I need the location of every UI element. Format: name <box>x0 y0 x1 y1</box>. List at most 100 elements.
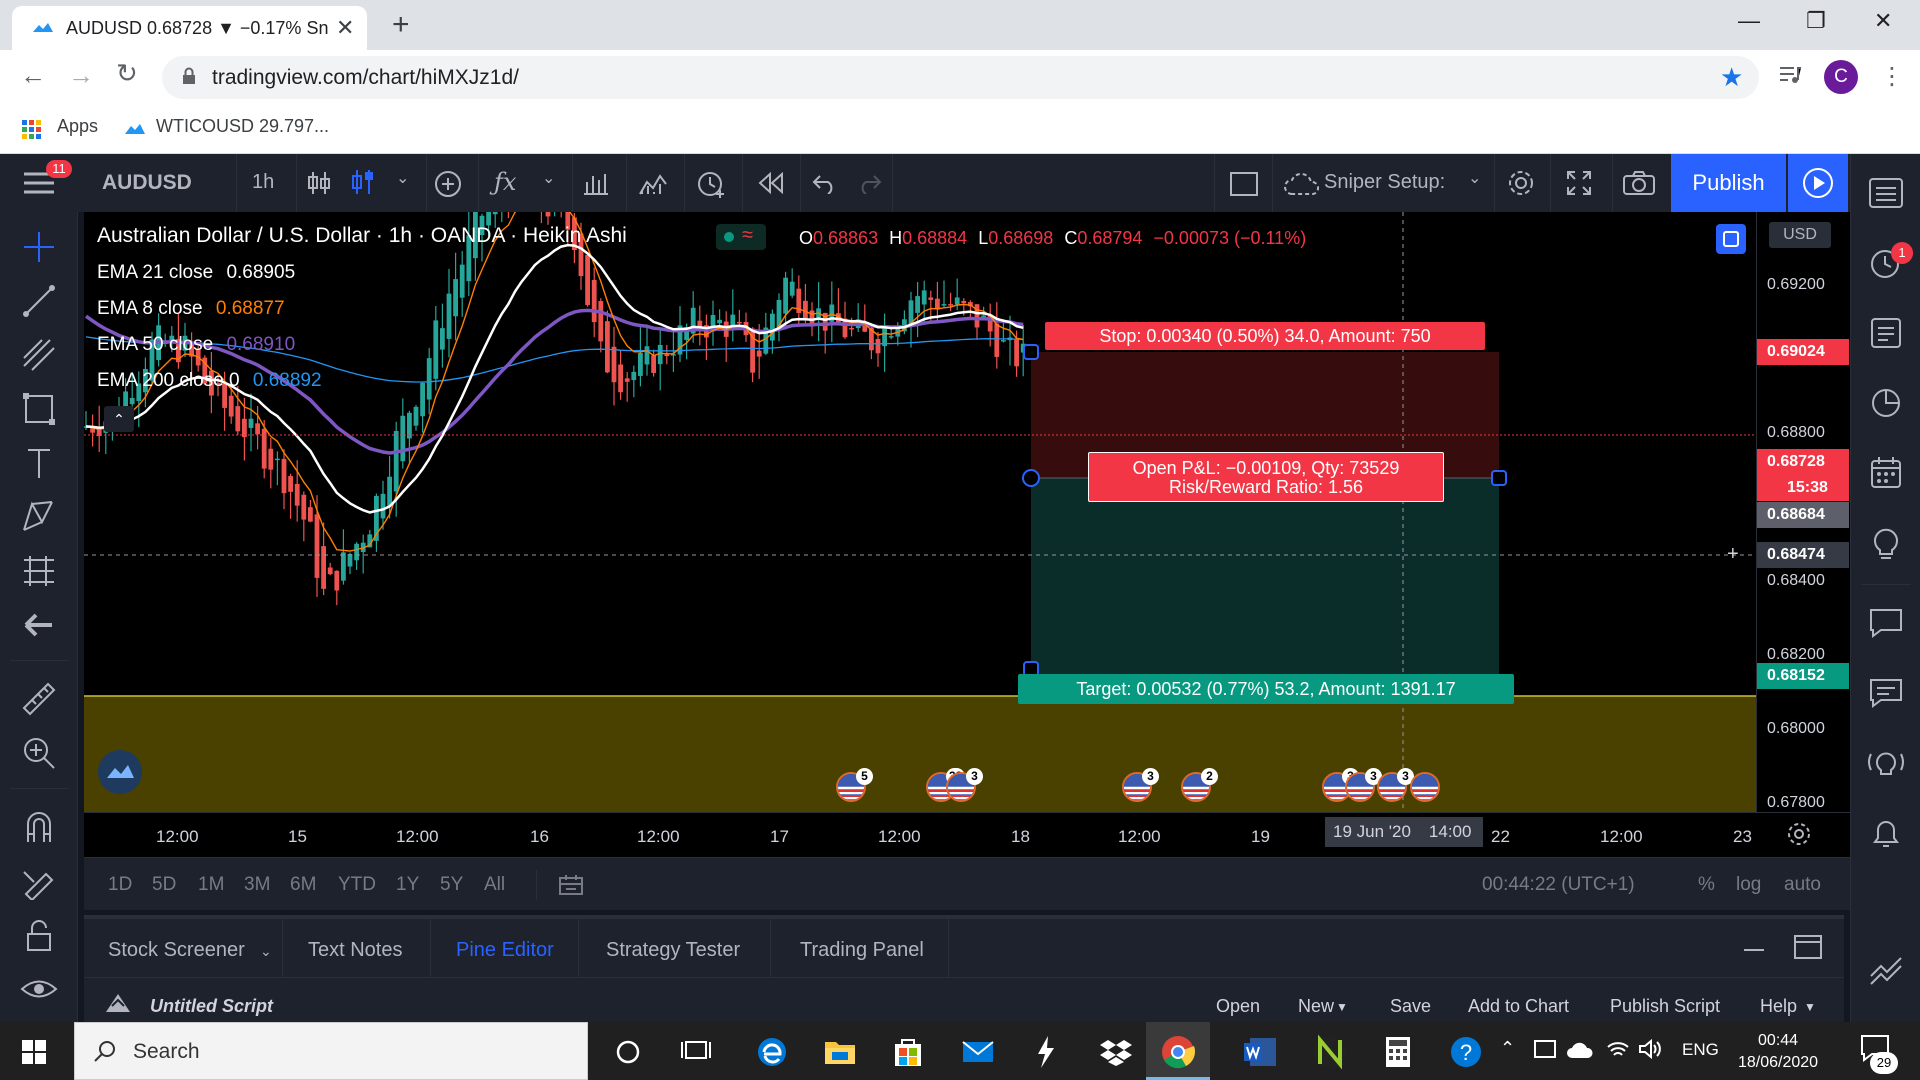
indicator-ema50[interactable]: EMA 50 close 0.68910 <box>97 334 295 356</box>
entry-handle[interactable] <box>1022 469 1040 487</box>
range-1d[interactable]: 1D <box>108 874 132 896</box>
layout-select-icon[interactable] <box>1230 172 1258 196</box>
app-lightning-icon[interactable] <box>1028 1034 1064 1070</box>
help-question-icon[interactable]: ? <box>1448 1034 1484 1070</box>
financials-icon[interactable] <box>582 170 610 196</box>
maximize-panel-icon[interactable] <box>1794 935 1822 959</box>
economic-event-flag-icon[interactable] <box>1410 772 1440 802</box>
apps-grid-icon[interactable] <box>22 120 42 140</box>
indicators-icon[interactable]: ƒx <box>494 168 516 196</box>
shapes-icon[interactable] <box>20 390 58 428</box>
indicator-ema21[interactable]: EMA 21 close 0.68905 <box>97 262 295 284</box>
wifi-icon[interactable] <box>1606 1038 1630 1060</box>
range-ytd[interactable]: YTD <box>338 874 376 896</box>
width-handle[interactable] <box>1491 470 1507 486</box>
minimize-panel-icon[interactable] <box>1744 949 1764 951</box>
save-script-button[interactable]: Save <box>1390 996 1431 1017</box>
calendar-icon[interactable] <box>1867 454 1905 492</box>
minimize-icon[interactable]: — <box>1738 8 1760 34</box>
publish-script-button[interactable]: Publish Script <box>1610 996 1720 1017</box>
tab-close-icon[interactable]: ✕ <box>336 17 354 39</box>
reload-icon[interactable]: ↻ <box>116 58 138 89</box>
bar-style-icon[interactable] <box>306 170 332 196</box>
chart-title[interactable]: Australian Dollar / U.S. Dollar · 1h · O… <box>97 224 627 248</box>
broadcast-bulb-icon[interactable] <box>1867 744 1905 782</box>
chevron-down-icon[interactable]: ⌄ <box>542 168 555 188</box>
target-label[interactable]: Target: 0.00532 (0.77%) 53.2, Amount: 13… <box>1018 674 1514 704</box>
play-button[interactable] <box>1788 154 1848 212</box>
indicator-ema8[interactable]: EMA 8 close 0.68877 <box>97 298 285 320</box>
add-to-chart-button[interactable]: Add to Chart <box>1468 996 1569 1017</box>
templates-icon[interactable] <box>638 170 668 196</box>
chevron-down-icon[interactable]: ⌄ <box>396 168 409 188</box>
snapshot-camera-icon[interactable] <box>1622 170 1656 196</box>
back-icon[interactable]: ← <box>20 60 46 91</box>
collapse-legend-icon[interactable]: ⌃ <box>104 406 134 432</box>
range-3m[interactable]: 3M <box>244 874 270 896</box>
edge-icon[interactable] <box>754 1034 790 1070</box>
window-close-icon[interactable]: ✕ <box>1874 8 1892 34</box>
chats-icon[interactable] <box>1867 604 1905 642</box>
text-tool-icon[interactable] <box>20 444 58 482</box>
mail-icon[interactable] <box>960 1034 996 1070</box>
ninjatrader-icon[interactable] <box>1312 1034 1348 1070</box>
word-icon[interactable] <box>1242 1034 1278 1070</box>
log-toggle[interactable]: log <box>1736 874 1761 896</box>
store-icon[interactable] <box>890 1034 926 1070</box>
url-bar[interactable]: tradingview.com/chart/hiMXJz1d/ ★ <box>162 56 1759 99</box>
range-5d[interactable]: 5D <box>152 874 176 896</box>
bookmark-apps[interactable]: Apps <box>57 116 98 137</box>
taskbar-clock[interactable]: 00:44 18/06/2020 <box>1738 1030 1818 1074</box>
undo-icon[interactable] <box>812 172 838 194</box>
alert-clock-icon[interactable] <box>696 168 728 198</box>
onedrive-cloud-icon[interactable] <box>1566 1040 1594 1060</box>
crosshair-cursor-icon[interactable] <box>20 228 58 266</box>
fib-tool-icon[interactable] <box>20 336 58 374</box>
magnet-icon[interactable] <box>20 808 58 846</box>
dropbox-icon[interactable] <box>1098 1034 1134 1070</box>
chevron-down-icon[interactable]: ⌄ <box>1468 168 1481 188</box>
network-monitor-icon[interactable] <box>1534 1040 1558 1062</box>
forward-icon[interactable]: → <box>68 60 94 91</box>
prediction-tool-icon[interactable] <box>20 552 58 590</box>
heikin-ashi-icon[interactable] <box>350 168 376 196</box>
range-all[interactable]: All <box>484 874 505 896</box>
browser-tab[interactable]: AUDUSD 0.68728 ▼ −0.17% Snip ✕ <box>12 6 367 50</box>
indicator-ema200[interactable]: EMA 200 close 0 0.68892 <box>97 370 322 392</box>
range-1y[interactable]: 1Y <box>396 874 419 896</box>
auto-toggle[interactable]: auto <box>1784 874 1821 896</box>
pnl-label[interactable]: Open P&L: −0.00109, Qty: 73529 Risk/Rewa… <box>1088 452 1444 502</box>
stay-in-drawing-icon[interactable] <box>20 862 58 900</box>
calculator-icon[interactable] <box>1380 1034 1416 1070</box>
redo-icon[interactable] <box>856 172 882 194</box>
pattern-tool-icon[interactable] <box>20 498 58 536</box>
collapse-sidebar-icon[interactable] <box>1867 954 1905 992</box>
add-alert-plus-icon[interactable]: + <box>1727 543 1739 566</box>
cortana-icon[interactable] <box>610 1034 646 1070</box>
interval-button[interactable]: 1h <box>252 171 274 194</box>
symbol-search[interactable]: AUDUSD <box>102 171 192 195</box>
lock-drawings-icon[interactable] <box>20 916 58 954</box>
stop-label[interactable]: Stop: 0.00340 (0.50%) 34.0, Amount: 750 <box>1045 322 1485 350</box>
chart-settings-gear-icon[interactable] <box>1786 821 1812 847</box>
tab-trading-panel[interactable]: Trading Panel <box>800 939 924 962</box>
goto-date-icon[interactable] <box>558 874 584 896</box>
show-hidden-icons[interactable]: ⌃ <box>1500 1038 1515 1059</box>
target-zone[interactable] <box>1031 478 1499 696</box>
select-mode-icon[interactable] <box>1716 224 1746 254</box>
bookmark-wticousd[interactable]: WTICOUSD 29.797... <box>156 116 329 137</box>
time-axis[interactable]: 12:00 15 12:00 16 12:00 17 12:00 18 12:0… <box>84 812 1850 857</box>
browser-menu-icon[interactable]: ⋮ <box>1880 62 1904 91</box>
data-window-icon[interactable] <box>1867 314 1905 352</box>
taskbar-search[interactable]: Search <box>74 1022 588 1080</box>
watchlist-icon[interactable] <box>1867 174 1905 212</box>
compare-add-icon[interactable] <box>434 170 462 198</box>
tab-stock-screener[interactable]: Stock Screener <box>108 939 245 962</box>
media-control-icon[interactable] <box>1778 64 1802 86</box>
help-button[interactable]: Help <box>1760 996 1797 1017</box>
currency-badge[interactable]: USD <box>1769 222 1831 248</box>
utc-clock[interactable]: 00:44:22 (UTC+1) <box>1482 874 1635 896</box>
task-view-icon[interactable] <box>678 1034 714 1070</box>
trend-line-icon[interactable] <box>20 282 58 320</box>
script-name[interactable]: Untitled Script <box>150 996 273 1017</box>
